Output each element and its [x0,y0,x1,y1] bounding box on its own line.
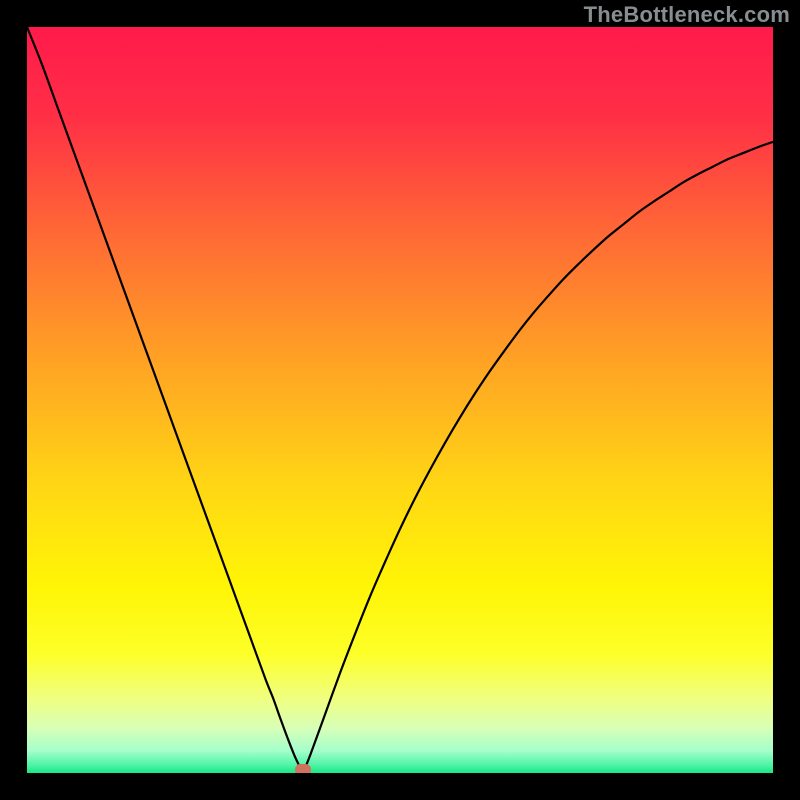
plot-area [27,27,773,773]
bottleneck-curve [27,27,773,773]
watermark-text: TheBottleneck.com [584,2,790,28]
optimal-marker [295,764,311,773]
chart-frame: TheBottleneck.com [0,0,800,800]
